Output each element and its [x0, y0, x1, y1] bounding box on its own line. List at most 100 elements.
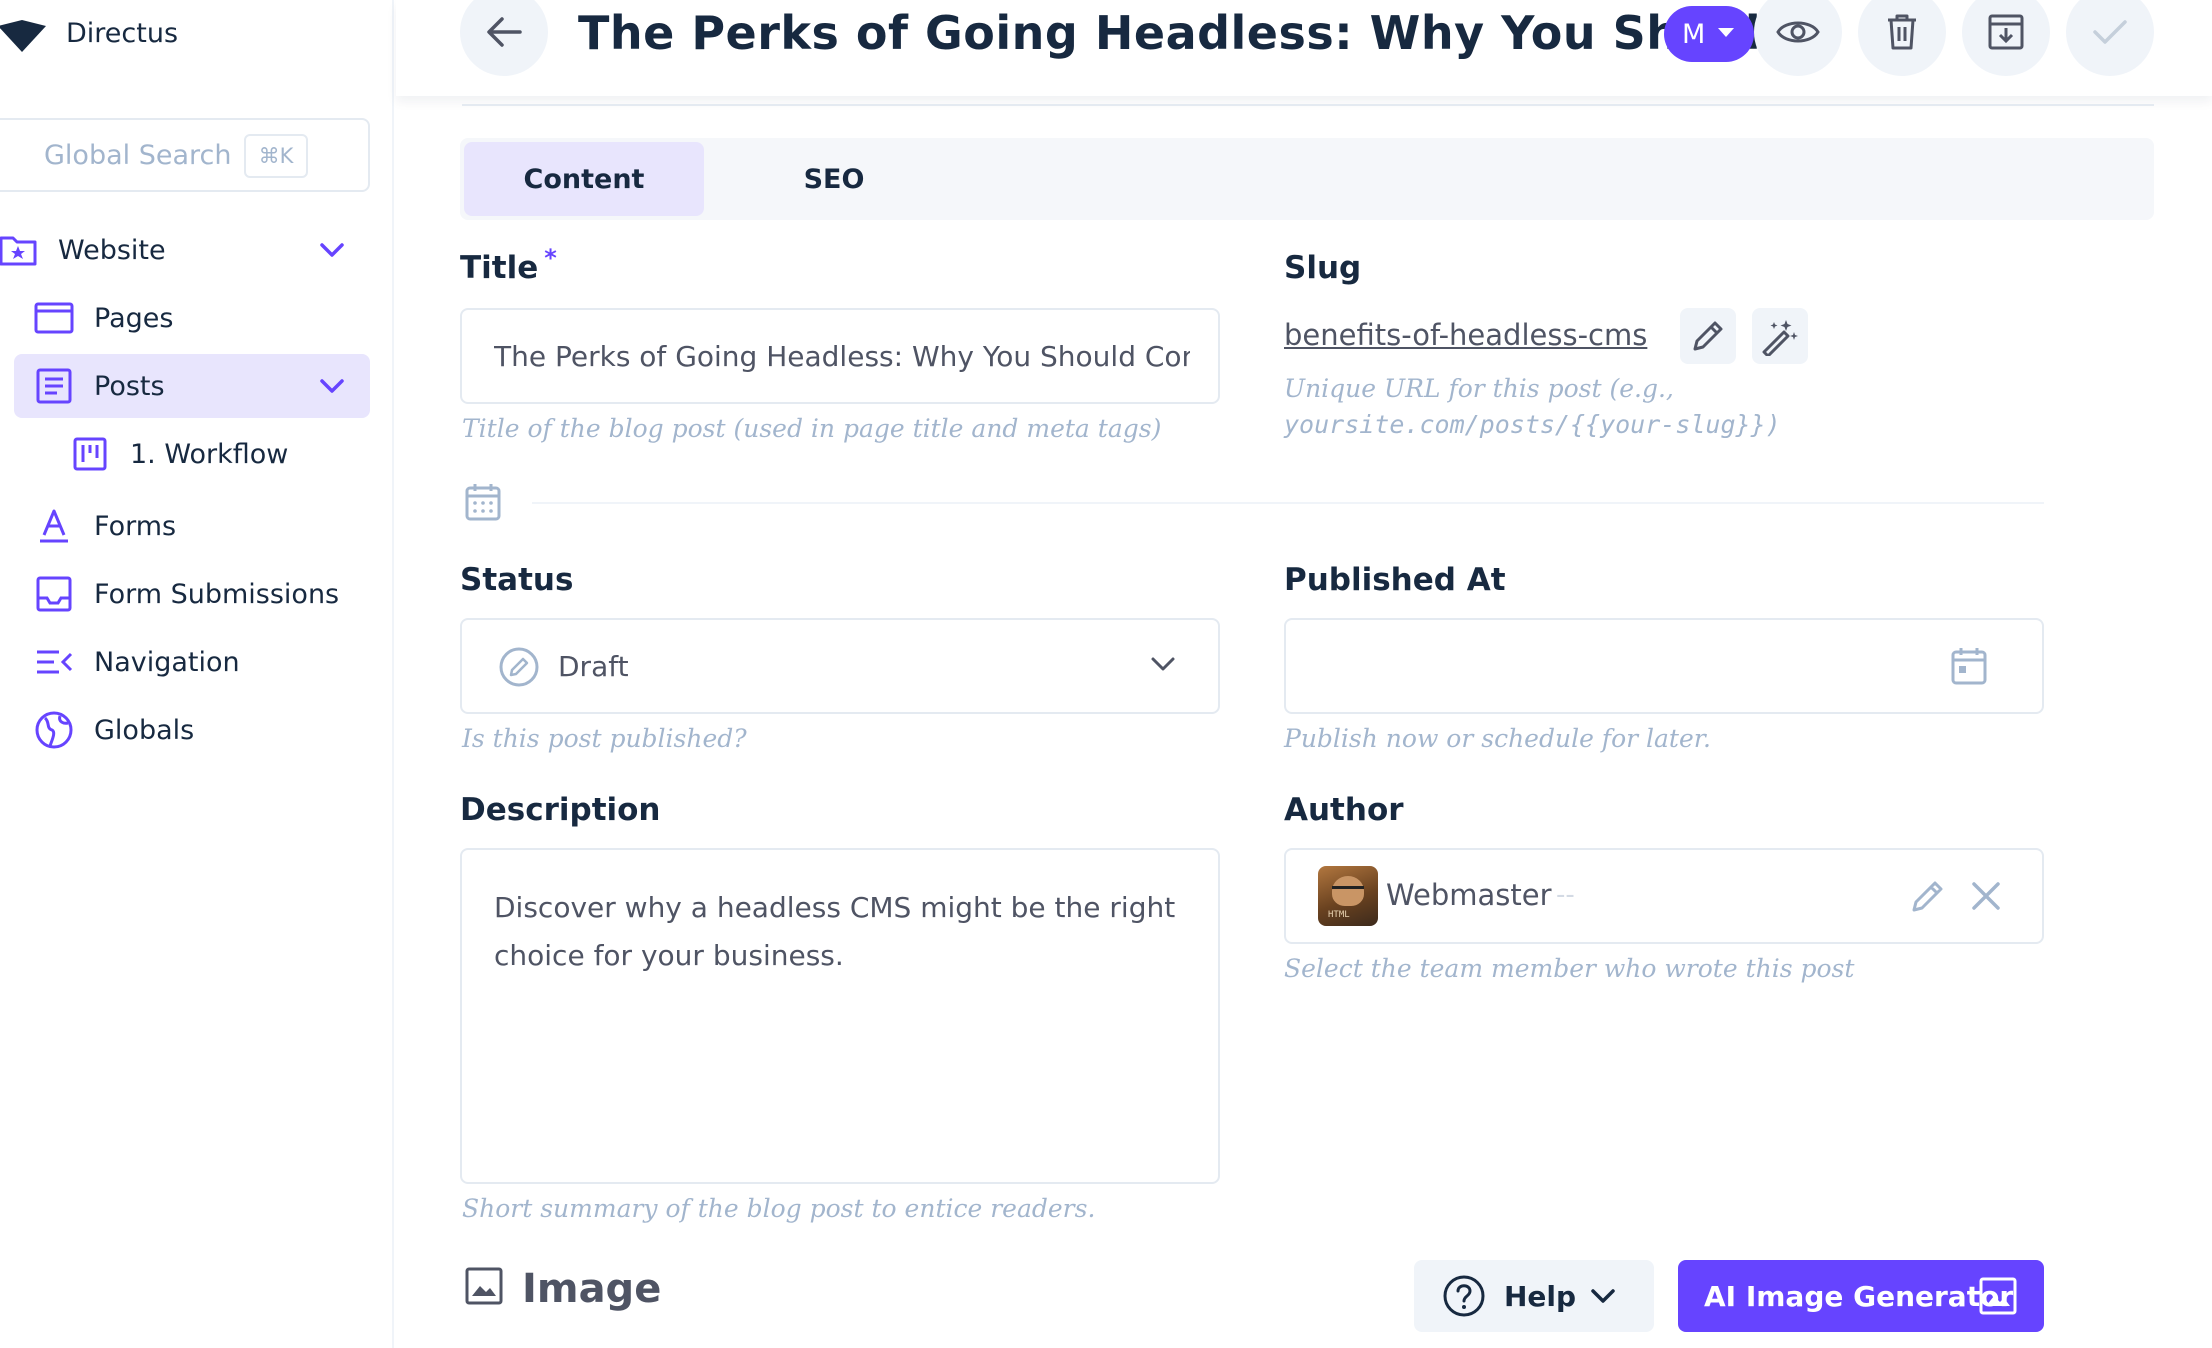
folder-star-icon: [0, 228, 40, 272]
slug-label: Slug: [1284, 250, 1362, 286]
description-textarea[interactable]: Discover why a headless CMS might be the…: [460, 848, 1220, 1184]
tab-seo[interactable]: SEO: [714, 142, 954, 216]
slug-hint-line2: yoursite.com/posts/{{your-slug}}): [1284, 410, 1781, 439]
archive-button[interactable]: [1962, 0, 2050, 76]
slug-value-link[interactable]: benefits-of-headless-cms: [1284, 318, 1647, 352]
eye-icon: [1776, 21, 1820, 43]
pencil-icon: [1912, 881, 1943, 912]
header-divider: [462, 104, 2154, 106]
sidebar-item-label: Website: [58, 234, 166, 266]
sidebar-item-label: Globals: [94, 714, 195, 746]
author-name: Webmaster: [1386, 878, 1552, 912]
clear-author-button[interactable]: [1970, 880, 2002, 916]
status-hint: Is this post published?: [462, 724, 747, 753]
close-icon: [1972, 882, 2000, 910]
language-code: M: [1682, 18, 1706, 50]
status-select[interactable]: Draft: [460, 618, 1220, 714]
author-suffix: --: [1556, 880, 1575, 910]
caret-down-icon: [1714, 20, 1738, 51]
article-icon: [32, 364, 76, 408]
title-input-value: The Perks of Going Headless: Why You Sho…: [494, 340, 1190, 373]
chevron-down-icon[interactable]: [316, 370, 348, 402]
sidebar-item-globals[interactable]: Globals: [14, 698, 370, 762]
sidebar-item-label: Posts: [94, 370, 165, 402]
slug-hint-line1: Unique URL for this post (e.g.,: [1284, 374, 1674, 403]
tab-content[interactable]: Content: [464, 142, 704, 216]
sidebar-item-website[interactable]: Website: [0, 218, 370, 282]
edit-author-button[interactable]: [1908, 876, 1948, 920]
status-value: Draft: [558, 650, 629, 683]
sidebar: Directus Global Search ⌘K Website Pages …: [0, 0, 394, 1348]
save-button[interactable]: [2066, 0, 2154, 76]
chevron-down-icon: [1150, 656, 1176, 676]
sidebar-item-label: Forms: [94, 510, 177, 542]
chevron-down-icon[interactable]: [316, 234, 348, 266]
page-title: The Perks of Going Headless: Why You Sho…: [578, 6, 1795, 60]
pencil-icon: [1693, 321, 1723, 351]
edit-slug-button[interactable]: [1680, 308, 1736, 364]
global-search-label: Global Search: [44, 139, 232, 171]
sidebar-item-forms[interactable]: Forms: [14, 494, 370, 558]
image-icon: [1978, 1276, 2018, 1320]
avatar-tag: HTML: [1328, 910, 1350, 920]
published-at-input[interactable]: [1284, 618, 2044, 714]
language-select-button[interactable]: M: [1664, 6, 1754, 62]
search-shortcut-badge: ⌘K: [244, 134, 308, 178]
header-bar: The Perks of Going Headless: Why You Sho…: [396, 0, 2212, 96]
sidebar-item-form-submissions[interactable]: Form Submissions: [14, 562, 370, 626]
title-hint: Title of the blog post (used in page tit…: [462, 414, 1162, 443]
kanban-icon: [68, 432, 112, 476]
generate-slug-button[interactable]: [1752, 308, 1808, 364]
calendar-icon[interactable]: [1950, 646, 1988, 690]
title-label-text: Title: [460, 250, 539, 286]
sidebar-item-label: Pages: [94, 302, 174, 334]
preview-button[interactable]: [1754, 0, 1842, 76]
archive-download-icon: [1988, 14, 2024, 50]
description-hint: Short summary of the blog post to entice…: [462, 1194, 1096, 1223]
help-label: Help: [1504, 1279, 1577, 1313]
sidebar-item-pages[interactable]: Pages: [14, 286, 370, 350]
image-icon: [464, 1266, 504, 1310]
avatar: HTML: [1318, 866, 1378, 926]
image-label: Image: [522, 1266, 662, 1312]
calendar-divider-icon: [464, 482, 502, 526]
check-icon: [2093, 20, 2127, 44]
globe-icon: [32, 708, 76, 752]
title-label: Title *: [460, 244, 557, 286]
description-label: Description: [460, 792, 661, 828]
description-value: Discover why a headless CMS might be the…: [494, 891, 1176, 972]
published-at-hint: Publish now or schedule for later.: [1284, 724, 1711, 753]
browser-window-icon: [32, 296, 76, 340]
sidebar-item-label: 1. Workflow: [130, 438, 289, 470]
back-button[interactable]: [460, 0, 548, 76]
chevron-down-icon: [1590, 1288, 1616, 1308]
format-text-icon: [32, 504, 76, 548]
section-divider: [532, 502, 2044, 504]
directus-logo-icon: [0, 20, 46, 52]
arrow-left-icon: [487, 17, 522, 47]
inbox-icon: [32, 572, 76, 616]
delete-button[interactable]: [1858, 0, 1946, 76]
trash-icon: [1888, 14, 1916, 50]
sidebar-item-posts[interactable]: Posts: [14, 354, 370, 418]
help-button[interactable]: Help: [1414, 1260, 1654, 1332]
status-draft-icon: [498, 646, 540, 692]
sidebar-item-label: Form Submissions: [94, 578, 340, 610]
app-name: Directus: [66, 18, 179, 49]
sidebar-item-label: Navigation: [94, 646, 240, 678]
required-mark: *: [544, 244, 557, 272]
tab-bar: Content SEO: [460, 138, 2154, 220]
title-input[interactable]: The Perks of Going Headless: Why You Sho…: [460, 308, 1220, 404]
global-search[interactable]: Global Search ⌘K: [0, 118, 370, 192]
menu-open-icon: [32, 640, 76, 684]
author-label: Author: [1284, 792, 1404, 828]
sidebar-item-workflow[interactable]: 1. Workflow: [14, 422, 370, 486]
published-at-label: Published At: [1284, 562, 1506, 598]
sidebar-item-navigation[interactable]: Navigation: [14, 630, 370, 694]
avatar-glasses: [1332, 886, 1364, 892]
magic-wand-icon: [1762, 320, 1798, 356]
ai-image-generator-button[interactable]: AI Image Generator: [1678, 1260, 2044, 1332]
author-hint: Select the team member who wrote this po…: [1284, 954, 1855, 983]
ai-image-generator-label: AI Image Generator: [1704, 1279, 2014, 1313]
help-circle-icon: [1442, 1274, 1486, 1322]
